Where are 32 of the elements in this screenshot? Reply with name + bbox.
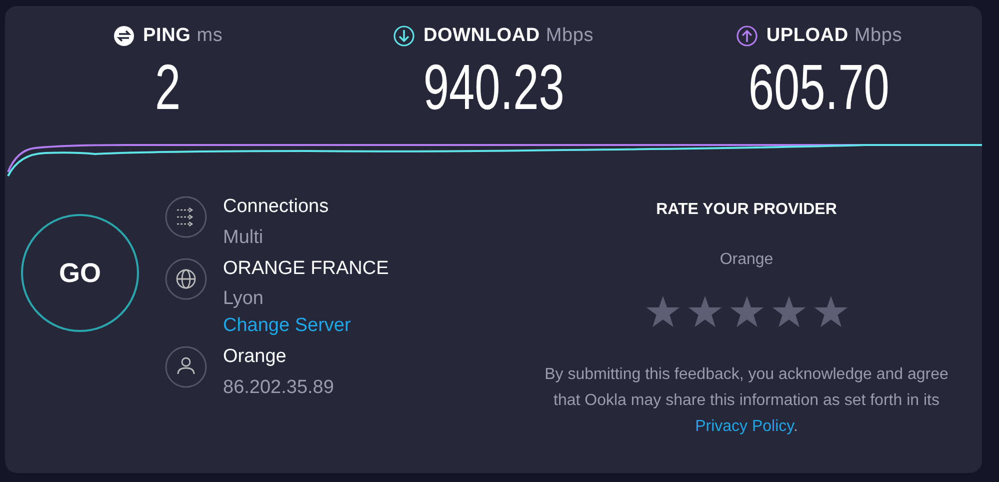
star-icon[interactable]	[772, 296, 806, 328]
ping-icon	[113, 25, 136, 48]
star-icon[interactable]	[688, 296, 722, 328]
upload-icon	[736, 25, 758, 48]
metric-label: DOWNLOAD	[423, 24, 540, 48]
metric-unit: Mbps	[854, 24, 902, 48]
star-icon[interactable]	[730, 296, 764, 328]
globe-icon	[165, 258, 207, 300]
metric-unit: ms	[196, 24, 223, 48]
star-icon[interactable]	[646, 296, 680, 328]
info-title: ORANGE FRANCE	[223, 258, 389, 280]
arrows-icon	[165, 196, 207, 238]
privacy-policy-link[interactable]: Privacy Policy	[695, 418, 794, 435]
metric-value: 605.70	[748, 54, 890, 118]
info-detail: Lyon	[223, 288, 264, 312]
info-detail: Multi	[223, 226, 264, 250]
metric-label: PING	[143, 24, 191, 48]
info-title: Orange	[223, 346, 288, 369]
download-icon	[393, 25, 416, 48]
metric-unit: Mbps	[546, 24, 594, 48]
go-button[interactable]: GO	[21, 214, 139, 332]
provider-name: Orange	[718, 250, 774, 270]
metric-value: 940.23	[423, 54, 564, 118]
disclaimer-text: By submitting this feedback, you acknowledge and agree that Ookla may share this information as set forth in its Privacy Policy.	[544, 365, 950, 437]
info-detail: 86.202.35.89	[223, 376, 334, 400]
metric-label: UPLOAD	[766, 24, 848, 48]
change-server-link[interactable]: Change Server	[223, 315, 351, 336]
metric-value: 2	[155, 54, 181, 118]
rating-title: RATE YOUR PROVIDER	[655, 200, 838, 220]
info-title: Connections	[223, 196, 329, 219]
user-icon	[165, 346, 207, 388]
star-icon[interactable]	[814, 296, 848, 328]
